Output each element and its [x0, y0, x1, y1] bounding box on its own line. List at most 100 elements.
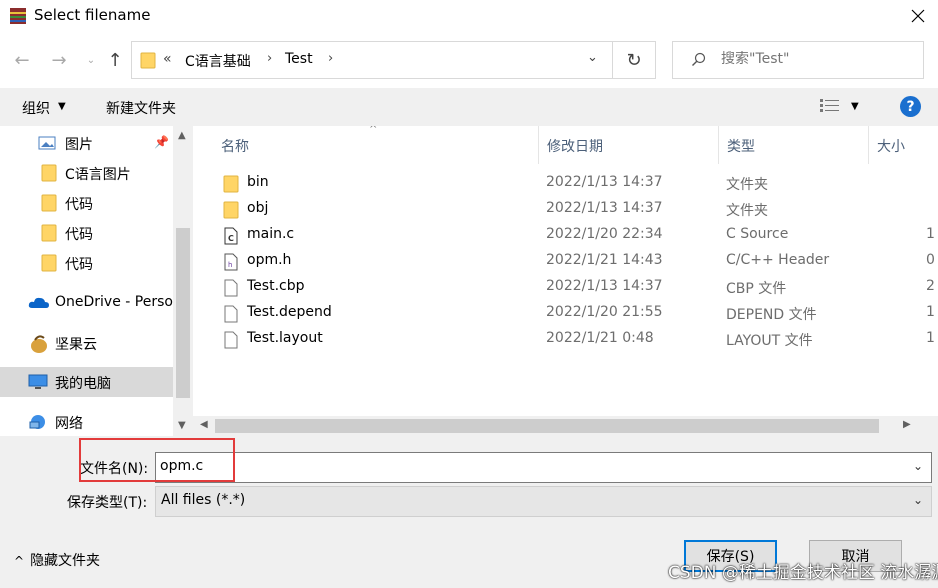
chevron-down-icon[interactable]: ⌄ [913, 493, 923, 507]
highlight-box [79, 438, 235, 482]
filename-combobox[interactable]: ⌄ [155, 452, 932, 483]
search-input[interactable] [721, 51, 911, 67]
nav-item-this-pc[interactable]: 我的电脑 [0, 367, 173, 397]
scroll-thumb[interactable] [215, 419, 879, 433]
file-list: ^ 名称 修改日期 类型 大小 bin 2022/1/13 14:37 文件夹 … [193, 126, 938, 436]
hidden-crumbs-button[interactable]: « [163, 51, 172, 67]
table-row[interactable]: Test.layout 2022/1/21 0:48 LAYOUT 文件 1 [193, 326, 938, 352]
file-name: Test.layout [247, 330, 323, 346]
table-row[interactable]: Test.cbp 2022/1/13 14:37 CBP 文件 2 [193, 274, 938, 300]
column-header-name[interactable]: 名称 [213, 126, 539, 164]
scroll-thumb[interactable] [176, 228, 190, 398]
window-title: Select filename [34, 6, 151, 24]
app-icon [10, 8, 26, 24]
column-header-type[interactable]: 类型 [719, 126, 869, 164]
folder-icon [223, 175, 239, 193]
file-type: DEPEND 文件 [726, 307, 817, 323]
scroll-right-icon[interactable]: ▶ [903, 419, 911, 430]
forward-button[interactable]: → [46, 46, 72, 74]
file-date: 2022/1/20 21:55 [546, 304, 663, 320]
scroll-down-icon[interactable]: ▼ [178, 420, 186, 431]
nav-item-label: 代码 [65, 227, 93, 243]
nav-item-label: OneDrive - Perso [55, 294, 173, 310]
column-header-date[interactable]: 修改日期 [539, 126, 719, 164]
close-icon [911, 9, 925, 23]
organize-button[interactable]: 组织 [22, 98, 50, 118]
command-bar: 组织 ▼ 新建文件夹 ▼ ? [0, 88, 938, 126]
table-row[interactable]: obj 2022/1/13 14:37 文件夹 [193, 196, 938, 222]
scroll-up-icon[interactable]: ▲ [178, 130, 186, 141]
help-icon[interactable]: ? [900, 96, 921, 117]
up-button[interactable]: ↑ [102, 46, 128, 74]
pin-icon[interactable]: 📌 [154, 135, 169, 149]
pictures-icon [38, 136, 56, 150]
arrow-left-icon: ← [14, 49, 30, 71]
table-row[interactable]: bin 2022/1/13 14:37 文件夹 [193, 170, 938, 196]
column-header-label: 类型 [727, 139, 755, 155]
file-size: 0 [926, 252, 935, 268]
chevron-right-icon[interactable]: › [267, 51, 272, 66]
recent-locations-button[interactable]: ⌄ [78, 46, 104, 74]
file-date: 2022/1/13 14:37 [546, 278, 663, 294]
chevron-up-icon: ^ [14, 554, 25, 568]
filetype-select[interactable]: All files (*.*) ⌄ [155, 486, 932, 517]
svg-text:C: C [228, 234, 234, 243]
folder-icon [223, 201, 239, 219]
breadcrumb-item[interactable]: Test [285, 51, 313, 67]
view-options-icon[interactable] [820, 98, 840, 114]
nav-item-label: 图片 [65, 137, 93, 153]
folder-icon [41, 254, 57, 272]
chevron-down-icon[interactable]: ⌄ [913, 459, 923, 473]
hide-folders-label: 隐藏文件夹 [30, 553, 101, 569]
nav-item-label: 我的电脑 [55, 376, 111, 392]
file-type: C/C++ Header [726, 252, 830, 268]
new-folder-button[interactable]: 新建文件夹 [106, 98, 176, 118]
address-bar[interactable]: « C语言基础 › Test › ⌄ [131, 41, 613, 79]
nav-item-code[interactable]: 代码 [0, 188, 173, 218]
caret-down-icon[interactable]: ▼ [851, 101, 859, 112]
file-type: CBP 文件 [726, 281, 787, 297]
nav-item-code[interactable]: 代码 [0, 218, 173, 248]
chevron-right-icon[interactable]: › [328, 51, 333, 66]
back-button[interactable]: ← [9, 46, 35, 74]
file-date: 2022/1/21 0:48 [546, 330, 654, 346]
nav-item-code[interactable]: 代码 [0, 248, 173, 278]
table-row[interactable]: C main.c 2022/1/20 22:34 C Source 1 [193, 222, 938, 248]
computer-icon [28, 374, 48, 389]
filetype-label: 保存类型(T): [67, 495, 148, 511]
caret-down-icon[interactable]: ▼ [58, 101, 66, 112]
nav-scrollbar[interactable]: ▲ ▼ [173, 126, 193, 436]
table-row[interactable]: h opm.h 2022/1/21 14:43 C/C++ Header 0 [193, 248, 938, 274]
nav-item-nutstore[interactable]: 坚果云 [0, 328, 173, 358]
refresh-button[interactable]: ↻ [613, 41, 656, 79]
file-date: 2022/1/21 14:43 [546, 252, 663, 268]
file-icon [224, 279, 238, 297]
horizontal-scrollbar[interactable]: ◀ ▶ [193, 416, 938, 436]
nav-item-network[interactable]: 网络 [0, 407, 173, 437]
network-icon [29, 415, 45, 429]
c-source-icon: C [224, 227, 238, 245]
column-header-size[interactable]: 大小 [869, 126, 938, 164]
nav-item-c-pictures[interactable]: C语言图片 [0, 158, 173, 188]
filename-input[interactable] [160, 458, 900, 474]
scroll-left-icon[interactable]: ◀ [200, 419, 208, 430]
column-header-label: 名称 [221, 139, 249, 155]
table-row[interactable]: Test.depend 2022/1/20 21:55 DEPEND 文件 1 [193, 300, 938, 326]
file-size: 1 [926, 330, 935, 346]
address-dropdown-icon[interactable]: ⌄ [587, 50, 598, 65]
title-bar: Select filename [0, 0, 938, 32]
file-name: Test.cbp [247, 278, 305, 294]
file-name: obj [247, 200, 269, 216]
search-box[interactable] [672, 41, 924, 79]
nav-item-onedrive[interactable]: OneDrive - Perso [0, 288, 173, 318]
nav-item-pictures[interactable]: 图片 📌 [0, 128, 173, 158]
file-type: LAYOUT 文件 [726, 333, 813, 349]
close-button[interactable] [898, 0, 938, 32]
onedrive-icon [28, 297, 49, 308]
filetype-value: All files (*.*) [161, 492, 246, 508]
file-type: C Source [726, 226, 789, 242]
file-size: 1 [926, 304, 935, 320]
breadcrumb-item[interactable]: C语言基础 [185, 51, 251, 71]
nav-item-label: 坚果云 [55, 337, 97, 353]
hide-folders-toggle[interactable]: ^ 隐藏文件夹 [14, 550, 100, 570]
